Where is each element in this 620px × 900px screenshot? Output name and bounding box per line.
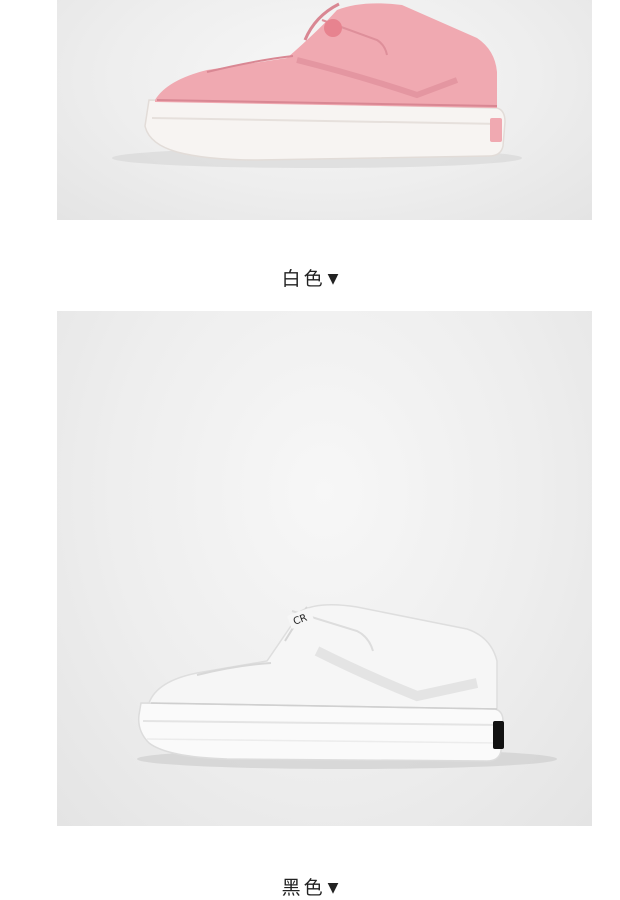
white-sneaker-image: CR — [137, 604, 557, 769]
caption-text: 黑色 — [281, 877, 326, 899]
product-photo-pink-sneaker — [57, 0, 592, 220]
down-arrow-icon: ▼ — [327, 271, 339, 287]
product-photo-white-sneaker: CR — [57, 311, 592, 826]
pink-sneaker-image — [112, 2, 522, 168]
color-caption-1: 白色 ▼ — [0, 264, 620, 291]
caption-text: 白色 — [281, 268, 326, 290]
down-arrow-icon: ▼ — [327, 880, 339, 896]
color-caption-2: 黑色 ▼ — [0, 873, 620, 900]
